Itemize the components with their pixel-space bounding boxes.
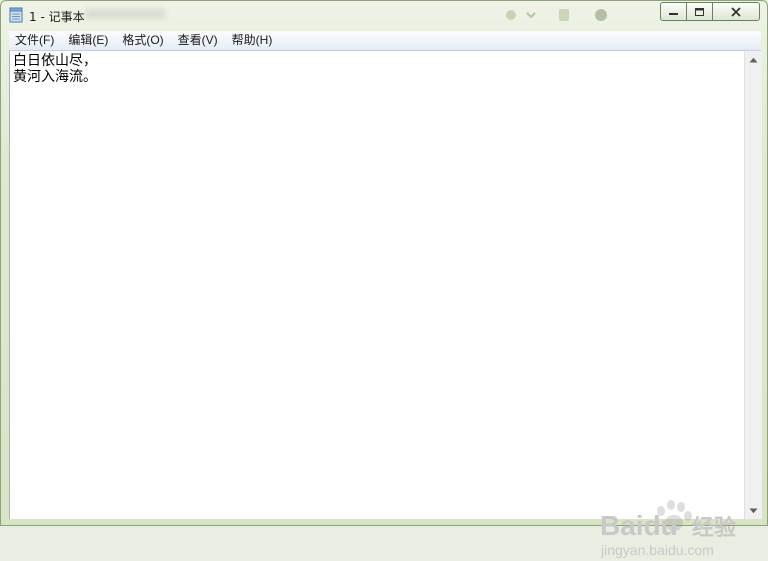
close-button[interactable] <box>712 2 760 21</box>
scroll-up-icon <box>749 57 758 62</box>
menu-view[interactable]: 查看(V) <box>172 31 224 50</box>
text-editor[interactable]: 白日依山尽， 黄河入海流。 Baidu 经验 jingyan.baidu.com <box>9 51 745 558</box>
titlebar-blurred-icons <box>506 9 607 21</box>
baidu-jingyan-watermark: Baidu 经验 jingyan.baidu.com <box>600 500 736 558</box>
vertical-scrollbar[interactable] <box>744 51 762 519</box>
maximize-icon <box>695 7 704 16</box>
watermark-brand-cn-text: 经验 <box>692 515 736 541</box>
editor-content[interactable]: 白日依山尽， 黄河入海流。 <box>13 53 97 85</box>
menu-edit[interactable]: 编辑(E) <box>62 31 114 50</box>
minimize-button[interactable] <box>660 2 687 21</box>
notepad-window: 1 - 记事本 文件(F) 编辑(E) 格式(O) 查看(V) 帮助(H) 白日… <box>0 0 768 558</box>
editor-line-1: 白日依山尽， <box>13 53 97 69</box>
maximize-button[interactable] <box>686 2 713 21</box>
menu-bar: 文件(F) 编辑(E) 格式(O) 查看(V) 帮助(H) <box>9 31 761 51</box>
scroll-up-button[interactable] <box>745 51 762 68</box>
title-blur-decoration <box>85 9 165 19</box>
title-bar[interactable]: 1 - 记事本 <box>1 1 767 29</box>
minimize-icon <box>669 12 678 15</box>
menu-format[interactable]: 格式(O) <box>116 31 169 50</box>
menu-help[interactable]: 帮助(H) <box>226 31 279 50</box>
scroll-down-icon <box>749 508 758 513</box>
menu-file[interactable]: 文件(F) <box>9 31 60 50</box>
notepad-icon <box>9 7 23 23</box>
watermark-url-text: jingyan.baidu.com <box>600 542 714 558</box>
window-title: 1 - 记事本 <box>29 10 85 24</box>
scroll-down-button[interactable] <box>745 502 762 519</box>
close-icon <box>731 6 741 17</box>
editor-line-2: 黄河入海流。 <box>13 69 97 85</box>
